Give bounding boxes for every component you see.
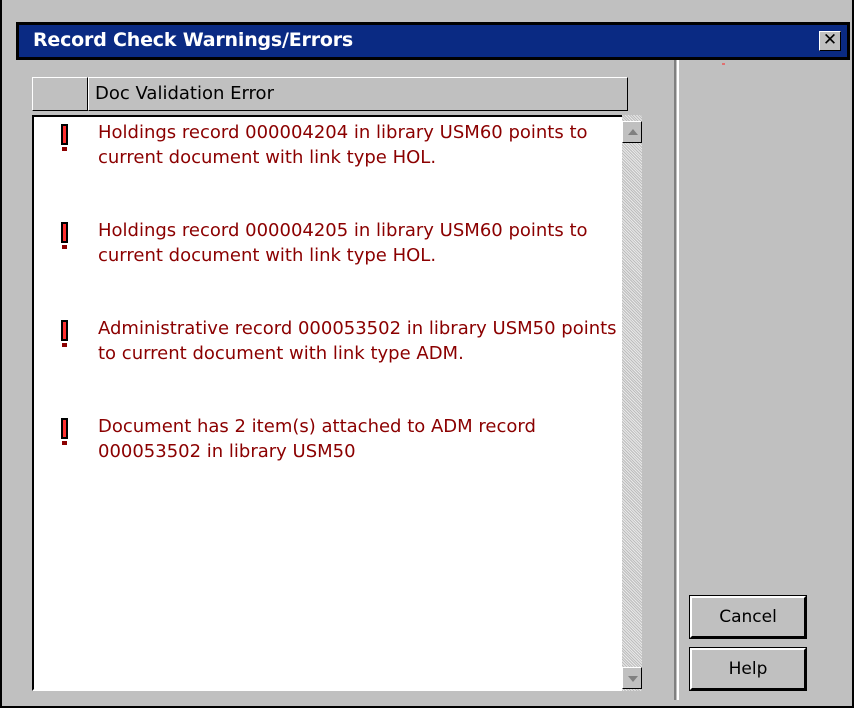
- title-bar: Record Check Warnings/Errors ✕: [16, 22, 850, 60]
- window-title: Record Check Warnings/Errors: [33, 29, 354, 51]
- scroll-up-button[interactable]: [622, 121, 642, 143]
- error-list[interactable]: Holdings record 000004204 in library USM…: [32, 115, 628, 691]
- close-icon: ✕: [822, 30, 838, 50]
- column-header-label: Doc Validation Error: [95, 83, 274, 104]
- panel-separator: [674, 60, 676, 700]
- cancel-button[interactable]: Cancel: [689, 595, 807, 639]
- list-item-text: Document has 2 item(s) attached to ADM r…: [98, 416, 536, 462]
- list-header: Doc Validation Error: [32, 77, 628, 111]
- exclamation-icon: [61, 124, 68, 151]
- close-button[interactable]: ✕: [819, 31, 841, 51]
- list-item-text: Holdings record 000004205 in library USM…: [98, 220, 588, 266]
- list-item-text: Administrative record 000053502 in libra…: [98, 318, 617, 364]
- list-item-text: Holdings record 000004204 in library USM…: [98, 122, 588, 168]
- help-button[interactable]: Help: [689, 647, 807, 691]
- exclamation-icon: [61, 222, 68, 249]
- vertical-scrollbar[interactable]: [622, 115, 642, 691]
- scroll-down-button[interactable]: [622, 667, 642, 689]
- arrow-up-icon: [628, 129, 638, 135]
- exclamation-icon: [61, 418, 68, 445]
- header-icon-column[interactable]: [32, 77, 88, 111]
- exclamation-icon: [61, 320, 68, 347]
- header-doc-validation-error[interactable]: Doc Validation Error: [88, 77, 628, 111]
- arrow-down-icon: [628, 676, 638, 682]
- stray-pixel: [722, 63, 725, 65]
